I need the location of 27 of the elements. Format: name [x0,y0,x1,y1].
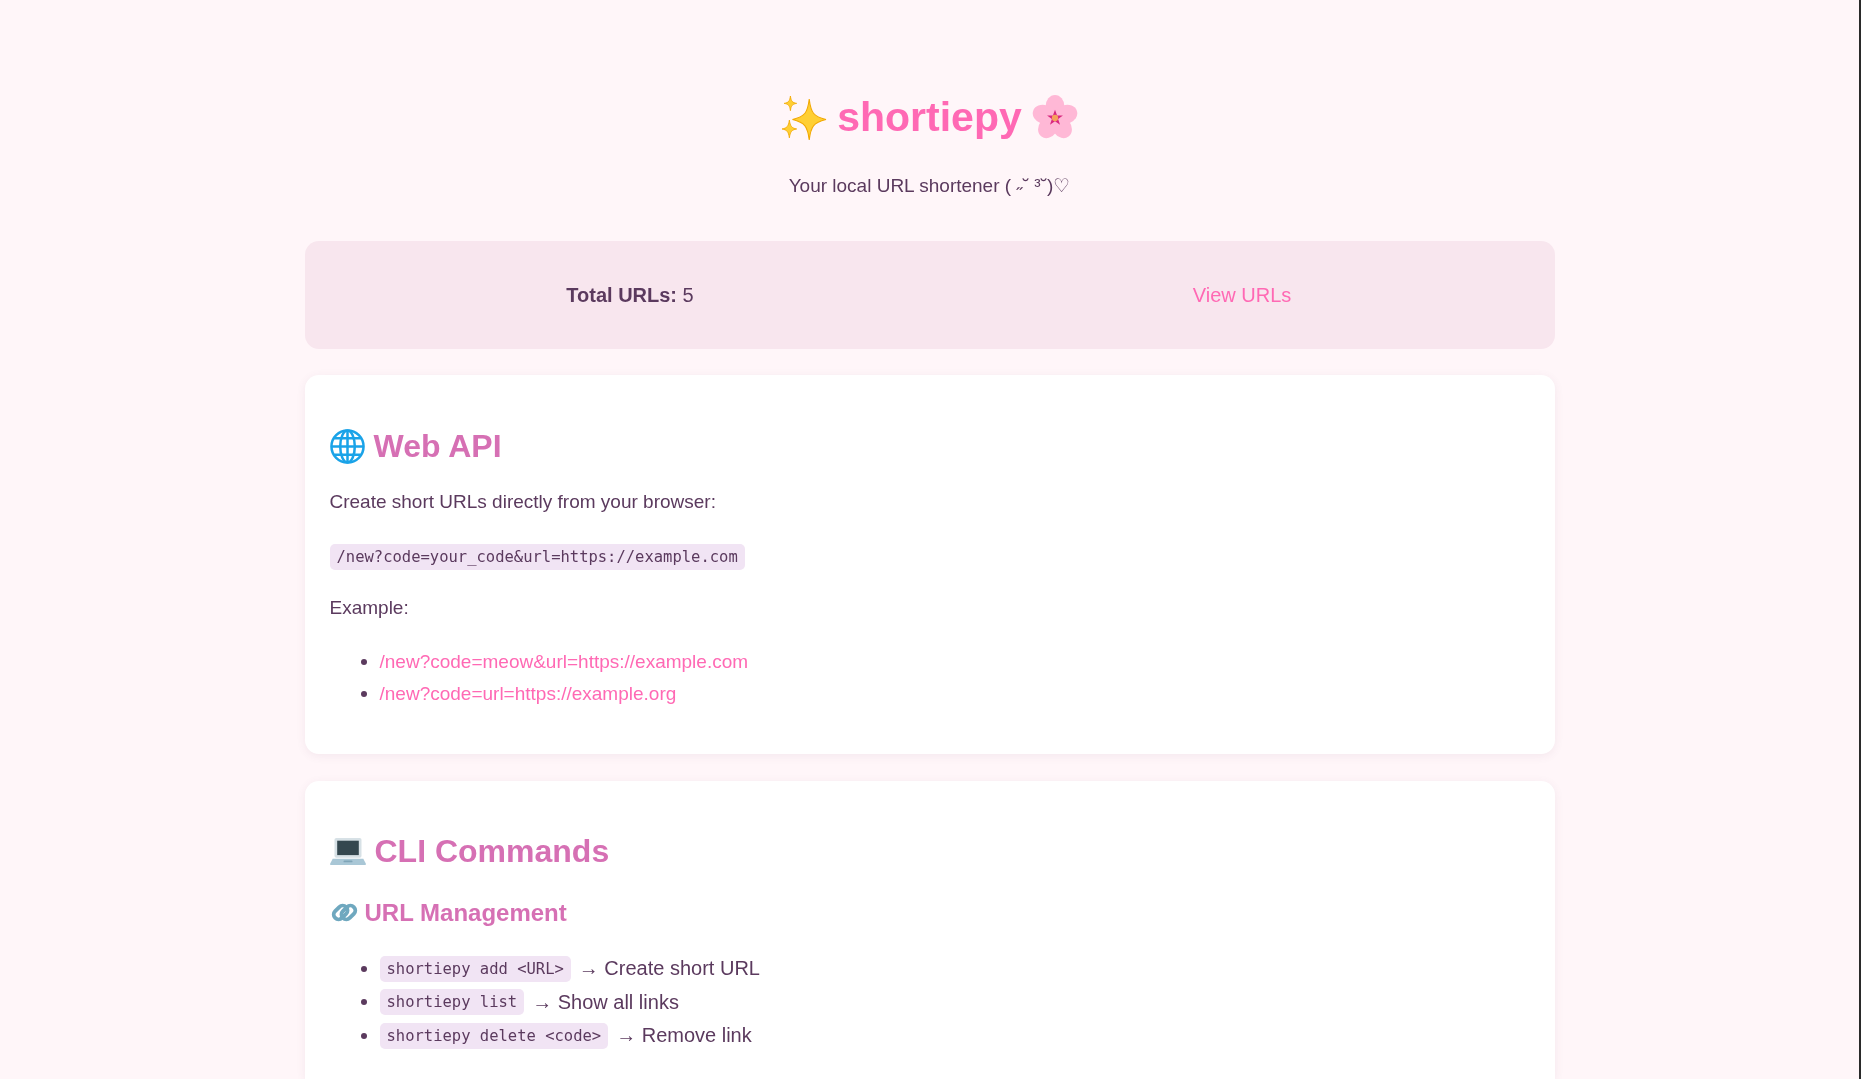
intro-text: Create short URLs directly from your browser: [329,490,717,514]
bullet-icon [360,999,367,1006]
example-label: Example: [329,596,410,620]
section-heading: Web API [373,427,502,465]
command-code: shortiepy delete <code> [379,1022,609,1049]
section-heading: CLI Commands [374,832,610,870]
bullet-icon [360,691,367,697]
globe-icon [329,428,365,464]
bullet-icon [360,965,367,972]
command-description: → Show all links [532,990,679,1014]
sparkles-icon [781,95,828,141]
subtitle: Your local URL shortener ( ˶˘ ³˘)♡ [788,174,1071,198]
command-description: → Create short URL [578,957,760,981]
view-urls-link[interactable]: View URLs [1192,283,1292,307]
code-snippet: /new?code=your_code&url=https://example.com [329,544,745,570]
command-code: shortiepy list [379,989,525,1016]
bullet-icon [360,659,367,665]
command-code: shortiepy add <URL> [379,955,571,982]
laptop-icon [329,836,366,866]
example-link[interactable]: /new?code=url=https://example.org [379,683,677,705]
bullet-icon [360,1032,367,1039]
app-title: shortiepy [837,93,1022,143]
example-link[interactable]: /new?code=meow&url=https://example.com [379,651,749,673]
blossom-icon [1031,95,1078,141]
subsection-heading: URL Management [364,898,567,927]
command-description: → Remove link [616,1024,752,1048]
total-urls-stat: Total URLs: 5 [566,283,694,307]
